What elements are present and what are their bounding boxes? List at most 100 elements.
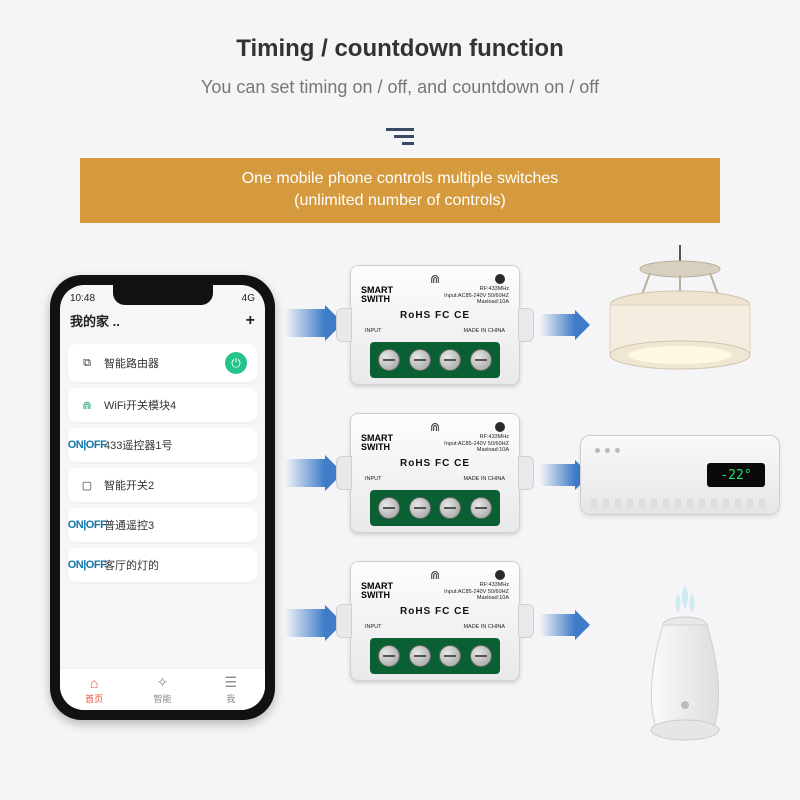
wifi-icon: ⋒ [78,396,96,414]
onoff-icon: ON|OFF [78,436,96,454]
banner-line-2: (unlimited number of controls) [294,192,506,209]
nav-smart[interactable]: ✧ 智能 [128,669,196,710]
app-home-title[interactable]: 我的家 .. [70,311,120,330]
router-card[interactable]: ⧉ 智能路由器 ⏻ [68,344,257,382]
ac-display: -22° [707,463,765,487]
made-label: MADE IN CHINA [463,624,505,630]
power-button-icon[interactable]: ⏻ [225,352,247,374]
add-device-icon[interactable]: + [246,312,255,330]
status-time: 10:48 [70,293,95,304]
phone-screen: 10:48 4G 我的家 .. + ⧉ 智能路由器 ⏻ ⋒ WiFi开关模块4 … [60,285,265,710]
home-icon: ⌂ [90,675,98,691]
device-label: WiFi开关模块4 [104,397,176,413]
spec-line: Input:AC85-240V 50/60HZ [444,441,509,447]
terminal-block [370,342,500,378]
switch-icon: ▢ [78,476,96,494]
phone-notch [113,285,213,305]
device-label: 普通遥控3 [104,517,154,533]
wifi-icon: ⋒ [430,568,440,582]
ir-sensor-icon [495,274,505,284]
device-card[interactable]: ON|OFF 普通遥控3 [68,508,257,542]
spec-line: Maxload:10A [477,299,509,305]
arrow-icon [540,610,590,640]
spec-line: Maxload:10A [477,595,509,601]
smart-switch-module: ⋒ SMARTSWITH RF:433MHzInput:AC85-240V 50… [350,561,520,681]
screw-icon [378,645,400,667]
module-brand: SMART SWITH [361,286,393,304]
io-in: INPUT [365,476,382,482]
phone-mockup: 10:48 4G 我的家 .. + ⧉ 智能路由器 ⏻ ⋒ WiFi开关模块4 … [50,275,275,720]
device-label: 智能开关2 [104,477,154,493]
screw-icon [409,645,431,667]
air-conditioner-icon: -22° [580,435,780,515]
screw-icon [409,497,431,519]
module-specs: RF:433MHz Input:AC85-240V 50/60HZ Maxloa… [444,286,509,306]
device-label: 433遥控器1号 [104,440,172,452]
spec-line: Input:AC85-240V 50/60HZ [444,589,509,595]
module-certs: RoHS FC CE [351,458,519,469]
module-io-labels: INPUT MADE IN CHINA [351,328,519,334]
nav-home[interactable]: ⌂ 首页 [60,669,128,710]
menu-lines-icon [386,128,414,148]
humidifier-icon [630,585,740,745]
nav-me[interactable]: ☰ 我 [197,669,265,710]
device-card[interactable]: ON|OFF 433遥控器1号 [68,428,257,462]
page-title: Timing / countdown function [0,0,800,63]
arrow-icon [540,310,590,340]
screw-icon [439,645,461,667]
router-icon: ⧉ [78,354,96,372]
ceiling-lamp-icon [595,245,765,385]
brand-line: SWITH [361,590,390,600]
screw-icon [409,349,431,371]
screw-icon [378,497,400,519]
device-label: 客厅的灯的 [104,557,159,573]
router-label: 智能路由器 [104,355,159,371]
device-card[interactable]: ON|OFF 客厅的灯的 [68,548,257,582]
device-card[interactable]: ▢ 智能开关2 [68,468,257,502]
spec-line: Input:AC85-240V 50/60HZ [444,293,509,299]
arrow-icon [285,455,343,491]
arrow-icon [285,305,343,341]
screw-icon [439,349,461,371]
onoff-icon: ON|OFF [78,556,96,574]
screw-icon [470,645,492,667]
smart-icon: ✧ [157,674,169,691]
io-in: INPUT [365,624,382,630]
onoff-icon: ON|OFF [78,516,96,534]
made-label: MADE IN CHINA [463,476,505,482]
status-network: 4G [242,293,255,304]
made-label: MADE IN CHINA [463,328,505,334]
screw-icon [439,497,461,519]
nav-label: 我 [226,692,235,705]
io-in: INPUT [365,328,382,334]
wifi-icon: ⋒ [430,272,440,286]
device-card[interactable]: ⋒ WiFi开关模块4 [68,388,257,422]
page-subtitle: You can set timing on / off, and countdo… [0,77,800,98]
diagram-stage: 10:48 4G 我的家 .. + ⧉ 智能路由器 ⏻ ⋒ WiFi开关模块4 … [0,265,800,785]
arrow-icon [285,605,343,641]
brand-line: SWITH [361,294,390,304]
spec-line: Maxload:10A [477,447,509,453]
switch-modules-column: ⋒ SMART SWITH RF:433MHz Input:AC85-240V … [350,265,520,709]
banner-line-1: One mobile phone controls multiple switc… [242,170,559,187]
profile-icon: ☰ [225,674,238,691]
ir-sensor-icon [495,570,505,580]
wifi-icon: ⋒ [430,420,440,434]
nav-label: 首页 [85,692,103,705]
screw-icon [378,349,400,371]
module-certs: RoHS FC CE [351,310,519,321]
brand-line: SWITH [361,442,390,452]
ir-sensor-icon [495,422,505,432]
bottom-nav: ⌂ 首页 ✧ 智能 ☰ 我 [60,668,265,710]
spec-line: RF:433MHz [480,582,509,588]
spec-line: RF:433MHz [480,434,509,440]
terminal-block [370,638,500,674]
screw-icon [470,497,492,519]
terminal-block [370,490,500,526]
smart-switch-module: ⋒ SMART SWITH RF:433MHz Input:AC85-240V … [350,265,520,385]
smart-switch-module: ⋒ SMARTSWITH RF:433MHzInput:AC85-240V 50… [350,413,520,533]
module-certs: RoHS FC CE [351,606,519,617]
nav-label: 智能 [153,692,171,705]
feature-banner: One mobile phone controls multiple switc… [80,158,720,223]
spec-line: RF:433MHz [480,286,509,292]
